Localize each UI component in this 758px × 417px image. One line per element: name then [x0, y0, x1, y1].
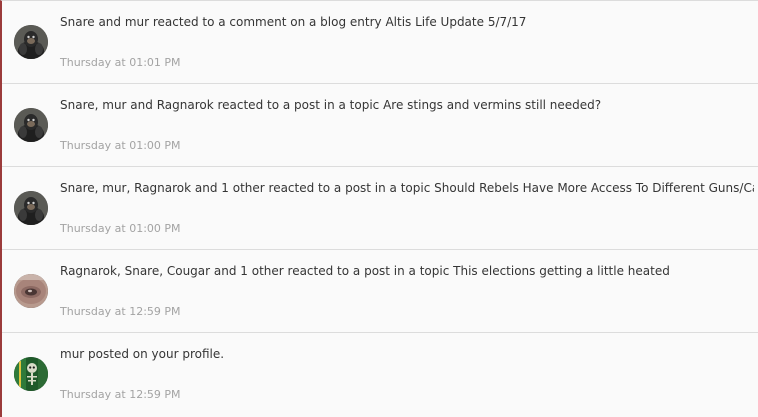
notification-text[interactable]: Ragnarok, Snare, Cougar and 1 other reac… [60, 264, 754, 278]
notification-timestamp: Thursday at 01:00 PM [60, 139, 181, 152]
notification-item[interactable]: Ragnarok, Snare, Cougar and 1 other reac… [2, 250, 758, 333]
notification-timestamp: Thursday at 12:59 PM [60, 388, 181, 401]
face-closeup-avatar-icon[interactable] [14, 274, 48, 308]
notification-timestamp: Thursday at 12:59 PM [60, 305, 181, 318]
notification-text[interactable]: mur posted on your profile. [60, 347, 754, 361]
notification-feed: Snare and mur reacted to a comment on a … [0, 0, 758, 417]
notification-timestamp: Thursday at 01:00 PM [60, 222, 181, 235]
gorilla-avatar-icon[interactable] [14, 108, 48, 142]
notification-item[interactable]: Snare, mur and Ragnarok reacted to a pos… [2, 84, 758, 167]
gorilla-avatar-icon[interactable] [14, 191, 48, 225]
notification-text[interactable]: Snare, mur, Ragnarok and 1 other reacted… [60, 181, 754, 195]
notification-text[interactable]: Snare, mur and Ragnarok reacted to a pos… [60, 98, 754, 112]
notification-item[interactable]: Snare and mur reacted to a comment on a … [2, 1, 758, 84]
green-skeleton-avatar-icon[interactable] [14, 357, 48, 391]
gorilla-avatar-icon[interactable] [14, 25, 48, 59]
notification-item[interactable]: Snare, mur, Ragnarok and 1 other reacted… [2, 167, 758, 250]
notification-item[interactable]: mur posted on your profile. Thursday at … [2, 333, 758, 416]
notification-text[interactable]: Snare and mur reacted to a comment on a … [60, 15, 754, 29]
notification-timestamp: Thursday at 01:01 PM [60, 56, 181, 69]
